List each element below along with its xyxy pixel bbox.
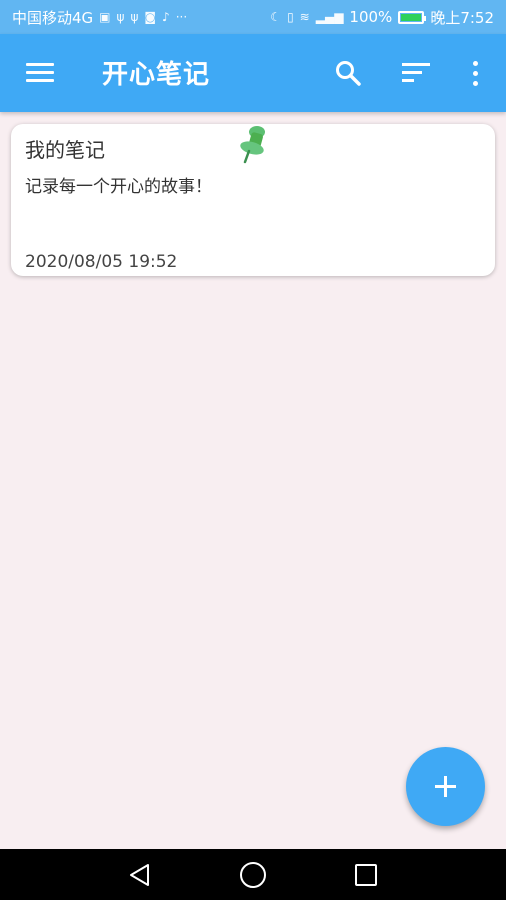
app-notification-icon: ◙ xyxy=(144,10,157,24)
home-icon[interactable] xyxy=(240,862,266,888)
battery-icon xyxy=(398,10,427,24)
signal-icon: ▂▄▆ xyxy=(315,10,344,24)
note-date: 2020/08/05 19:52 xyxy=(25,252,178,272)
tiktok-icon: ♪ xyxy=(162,10,170,24)
add-note-button[interactable] xyxy=(406,747,485,826)
menu-icon[interactable] xyxy=(26,63,54,83)
search-icon[interactable] xyxy=(335,60,361,86)
navigation-bar xyxy=(0,849,506,900)
status-left: 中国移动4G ▣ ψ ψ ◙ ♪ ··· xyxy=(12,7,187,28)
usb-debug-icon: ψ xyxy=(130,10,139,24)
note-title: 我的笔记 xyxy=(25,138,105,162)
usb-icon: ψ xyxy=(116,10,125,24)
status-right: ☾ ▯ ≋ ▂▄▆ 100% 晚上7:52 xyxy=(270,7,494,28)
battery-percent: 100% xyxy=(349,8,393,26)
sort-icon[interactable] xyxy=(402,62,430,84)
clock: 晚上7:52 xyxy=(430,8,494,27)
app-bar: 开心笔记 xyxy=(0,34,506,112)
status-bar: 中国移动4G ▣ ψ ψ ◙ ♪ ··· ☾ ▯ ≋ ▂▄▆ 100% 晚上7:… xyxy=(0,0,506,34)
note-card[interactable]: 我的笔记 记录每一个开心的故事！ 2020/08/05 19:52 xyxy=(11,124,495,276)
back-icon[interactable] xyxy=(128,863,152,887)
recent-apps-icon[interactable] xyxy=(355,864,377,886)
more-options-icon[interactable] xyxy=(468,60,482,88)
carrier-label: 中国移动4G xyxy=(12,8,94,27)
plus-icon-vertical xyxy=(444,776,447,797)
wifi-icon: ≋ xyxy=(299,10,310,24)
pin-icon xyxy=(240,126,265,164)
note-content: 记录每一个开心的故事！ xyxy=(25,177,212,197)
vibrate-icon: ▯ xyxy=(287,10,294,24)
moon-icon: ☾ xyxy=(270,10,282,24)
more-notifications-icon: ··· xyxy=(175,10,188,24)
briefcase-icon: ▣ xyxy=(99,10,111,24)
app-title: 开心笔记 xyxy=(102,60,211,90)
